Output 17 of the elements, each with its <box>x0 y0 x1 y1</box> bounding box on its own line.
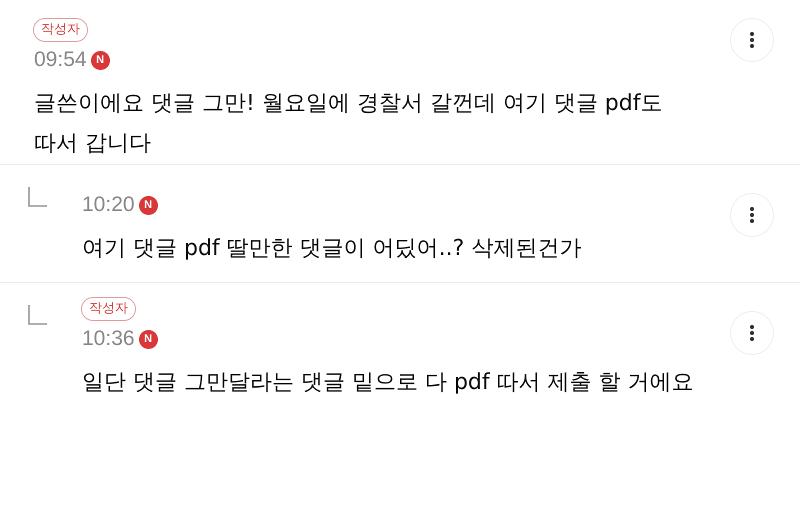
more-icon <box>750 32 754 48</box>
new-badge: N <box>138 330 158 348</box>
author-badge: 작성자 <box>33 18 88 42</box>
comment-text: 일단 댓글 그만달라는 댓글 밑으로 다 pdf 따서 제출 할 거에요 <box>82 369 694 397</box>
new-badge: N <box>138 196 158 214</box>
new-badge: N <box>90 50 110 70</box>
more-button[interactable] <box>730 18 774 62</box>
more-button[interactable] <box>730 311 774 355</box>
more-button[interactable] <box>730 193 774 237</box>
more-icon <box>750 207 754 223</box>
comment-text: 여기 댓글 pdf 딸만한 댓글이 어딨어..? 삭제된건가 <box>82 235 582 263</box>
comment-time: 09:54 <box>34 48 87 72</box>
more-icon <box>750 325 754 341</box>
comment-text: 글쓴이에요 댓글 그만! 월요일에 경찰서 갈껀데 여기 댓글 pdf도 따서 갑니다 <box>34 90 664 158</box>
comment-time: 10:36 <box>82 327 135 351</box>
author-badge: 작성자 <box>81 297 136 321</box>
comment-time: 10:20 <box>82 193 135 217</box>
